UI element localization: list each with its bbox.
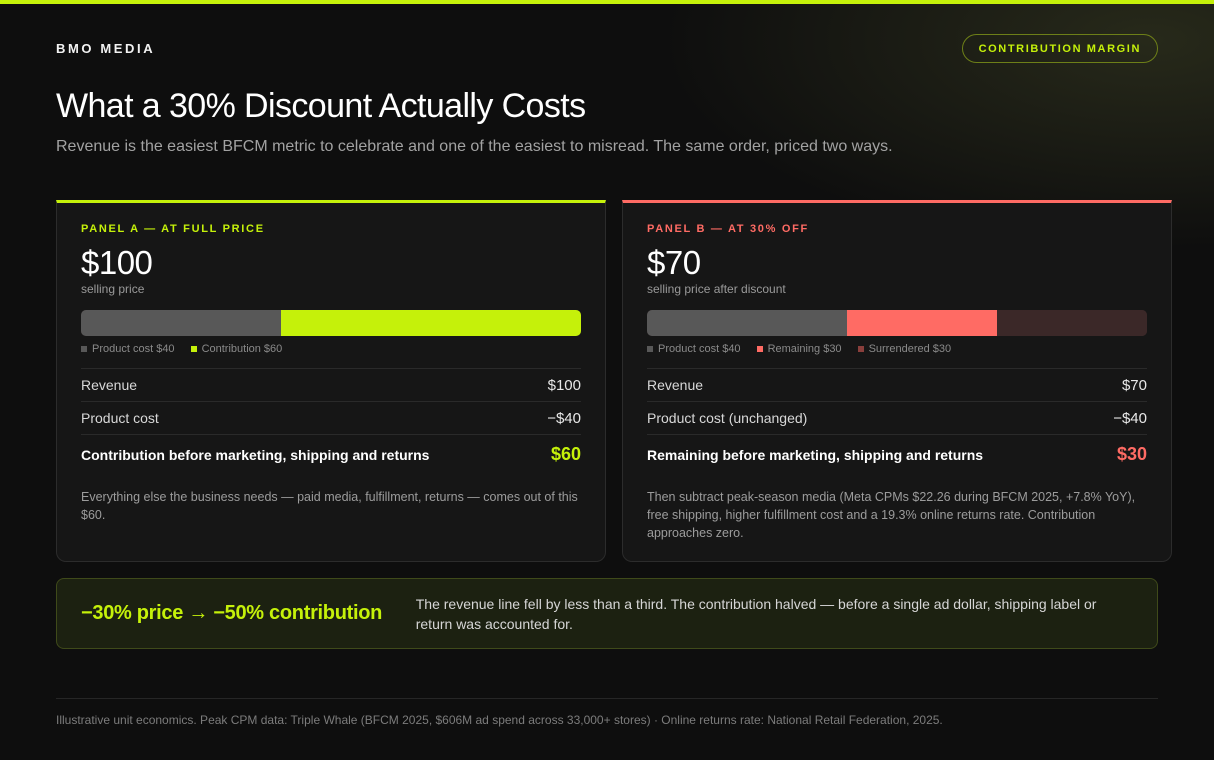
panel-price-label: selling price after discount [647,282,786,296]
panel-note: Everything else the business needs — pai… [81,490,578,522]
bar-segment-product-cost [81,310,281,336]
unit-economics-bar [647,310,1147,336]
legend-item-surrendered: Surrendered $30 [857,343,951,355]
summary-callout: −30% price → −50% contribution The reven… [56,578,1158,649]
breakdown-table: Revenue $100 Product cost −$40 Contribut… [81,368,581,474]
panel-full-price: PANEL A — AT FULL PRICE $100 selling pri… [56,200,606,562]
bar-segment-product-cost [647,310,847,336]
legend-item-remaining: Remaining $30 [756,343,842,355]
row-label: Remaining before marketing, shipping and… [647,446,984,463]
breakdown-table: Revenue $70 Product cost (unchanged) −$4… [647,368,1147,474]
panel-tag: PANEL B — AT 30% OFF [647,223,809,235]
row-label: Revenue [81,377,138,393]
square-swatch-icon [81,346,87,352]
square-swatch-icon [190,346,197,352]
callout-text: The revenue line fell by less than a thi… [415,595,1097,632]
row-value: $30 [1116,444,1147,464]
top-accent-bar [0,0,1214,4]
row-label: Product cost [81,410,159,426]
panel-price-label: selling price [81,282,145,296]
table-row: Product cost −$40 [81,401,581,434]
row-label: Product cost (unchanged) [647,410,808,426]
square-swatch-icon [647,346,653,352]
footer-divider [56,698,1158,699]
panel-price: $70 [647,244,701,281]
page-title: What a 30% Discount Actually Costs [56,87,586,125]
bar-legend: Product cost $40 Contribution $60 [81,343,581,355]
table-row: Revenue $70 [647,368,1147,401]
unit-economics-bar [81,310,581,336]
row-label: Contribution before marketing, shipping … [81,446,430,463]
bar-segment-remaining [847,310,997,336]
bar-segment-contribution [281,310,581,336]
row-value: $60 [550,444,581,464]
source-footnote: Illustrative unit economics. Peak CPM da… [56,713,943,727]
row-value: $70 [1121,376,1147,394]
bar-legend: Product cost $40 Remaining $30 Surrender… [647,343,1147,355]
table-row-total: Remaining before marketing, shipping and… [647,434,1147,474]
table-row-total: Contribution before marketing, shipping … [81,434,581,474]
panel-discounted: PANEL B — AT 30% OFF $70 selling price a… [622,200,1172,562]
brand-name: BMO MEDIA [56,41,156,56]
legend-item-product-cost: Product cost $40 [647,343,741,355]
panel-note: Then subtract peak-season media (Meta CP… [647,490,1136,540]
legend-item-product-cost: Product cost $40 [81,343,175,355]
row-value: −$40 [547,409,581,427]
panel-tag: PANEL A — AT FULL PRICE [81,223,265,235]
bar-segment-surrendered [997,310,1147,336]
table-row: Product cost (unchanged) −$40 [647,401,1147,434]
callout-headline: −30% price → −50% contribution [81,602,383,624]
row-label: Revenue [647,377,704,393]
square-swatch-icon [857,346,864,352]
page-subtitle: Revenue is the easiest BFCM metric to ce… [56,138,893,155]
row-value: $100 [547,376,581,394]
square-swatch-icon [756,346,763,352]
row-value: −$40 [1113,409,1147,427]
topic-badge: CONTRIBUTION MARGIN [961,34,1158,63]
legend-item-contribution: Contribution $60 [190,343,282,355]
table-row: Revenue $100 [81,368,581,401]
panel-price: $100 [81,244,153,281]
